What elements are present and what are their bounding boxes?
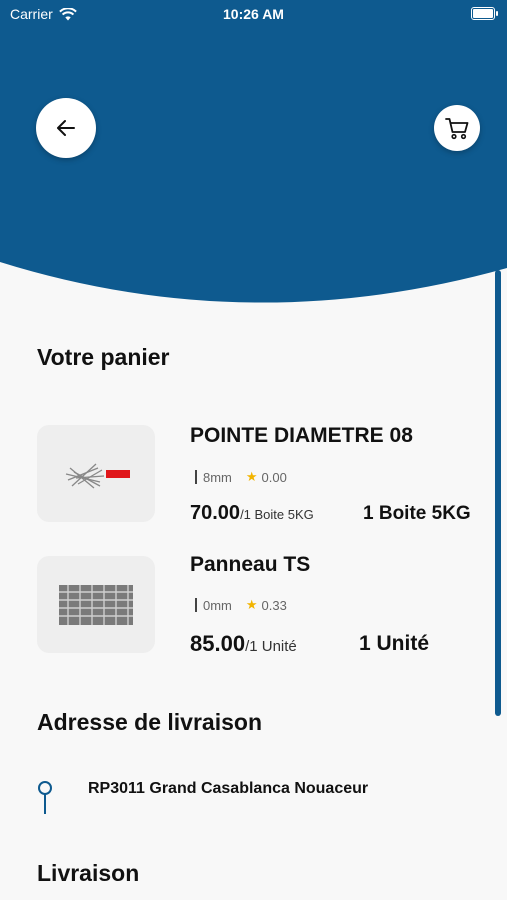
nails-product-icon bbox=[65, 463, 130, 488]
price-amount: 85.00 bbox=[190, 631, 246, 656]
battery-icon bbox=[471, 7, 498, 20]
delivery-address[interactable]: RP3011 Grand Casablanca Nouaceur bbox=[37, 778, 477, 818]
product-rating: 0.33 bbox=[261, 597, 287, 613]
product-meta: 8mm ★ 0.00 bbox=[195, 469, 287, 485]
price-unit: /1 Boite 5KG bbox=[240, 507, 314, 522]
price-amount: 70.00 bbox=[190, 502, 241, 524]
star-icon: ★ bbox=[245, 597, 258, 612]
divider bbox=[195, 470, 197, 484]
status-time: 10:26 AM bbox=[223, 6, 284, 22]
product-name: POINTE DIAMETRE 08 bbox=[190, 424, 413, 447]
scrollbar[interactable] bbox=[495, 270, 501, 716]
panel-product-icon bbox=[59, 584, 133, 625]
product-spec: 8mm bbox=[203, 469, 232, 485]
cart-icon bbox=[445, 118, 469, 140]
product-price: 70.00/1 Boite 5KG bbox=[190, 502, 314, 525]
product-image bbox=[37, 425, 155, 522]
product-meta: 0mm ★ 0.33 bbox=[195, 597, 287, 613]
arrow-left-icon bbox=[57, 120, 75, 136]
status-bar: Carrier 10:26 AM bbox=[0, 0, 507, 28]
product-rating: 0.00 bbox=[261, 469, 287, 485]
price-unit: /1 Unité bbox=[245, 638, 297, 655]
location-pin-icon bbox=[38, 781, 52, 814]
cart-button[interactable] bbox=[434, 105, 480, 151]
address-section-title: Adresse de livraison bbox=[37, 709, 262, 735]
product-spec: 0mm bbox=[203, 597, 232, 613]
address-line: RP3011 Grand Casablanca Nouaceur bbox=[88, 780, 369, 797]
back-button[interactable] bbox=[36, 98, 96, 158]
star-icon: ★ bbox=[245, 469, 258, 484]
product-quantity: 1 Boite 5KG bbox=[363, 503, 471, 524]
product-name: Panneau TS bbox=[190, 553, 311, 576]
cart-section-title: Votre panier bbox=[37, 344, 170, 370]
product-price: 85.00/1 Unité bbox=[190, 631, 297, 657]
product-image bbox=[37, 556, 155, 653]
delivery-section-title: Livraison bbox=[37, 860, 140, 886]
divider bbox=[195, 598, 197, 612]
product-quantity: 1 Unité bbox=[359, 632, 430, 655]
